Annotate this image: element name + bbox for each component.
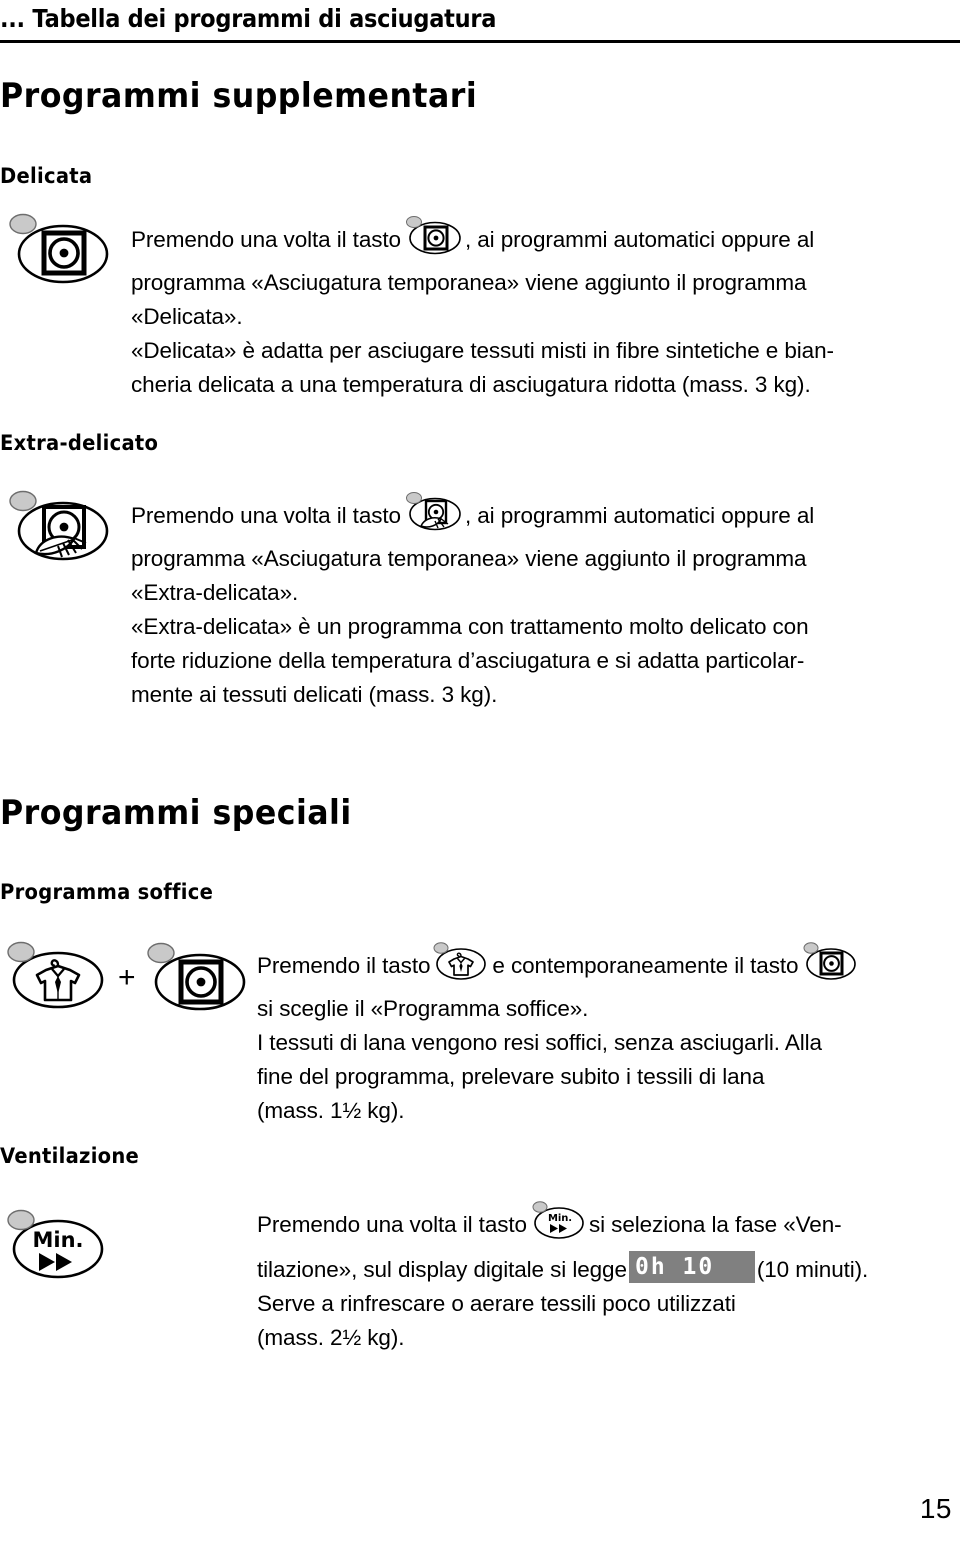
dryer-drum-button-icon-inline[interactable] <box>403 214 463 266</box>
subsection-heading-extra-delicato: Extra-delicato <box>0 431 159 455</box>
body-line: «Extra-delicata». <box>131 580 299 605</box>
body-line: mente ai tessuti delicati (mass. 3 kg). <box>131 682 498 707</box>
dryer-drum-button-icon-inline-2[interactable] <box>800 940 858 992</box>
body-line: «Delicata». <box>131 304 243 329</box>
body-line: cheria delicata a una temperatura di asc… <box>131 372 811 397</box>
svg-text:Min.: Min. <box>548 1213 572 1224</box>
body-line: programma «Asciugatura temporanea» viene… <box>131 546 807 571</box>
body-line: forte riduzione della temperatura d’asci… <box>131 648 805 673</box>
body-text-delicata: Premendo una volta il tasto, ai programm… <box>131 214 960 402</box>
subsection-heading-programma-soffice: Programma soffice <box>0 880 214 904</box>
body-line: Premendo il tasto e contemporaneamente il… <box>257 940 957 992</box>
plus-symbol: + <box>118 961 136 994</box>
body-line: Premendo una volta il tasto, ai programm… <box>131 490 960 542</box>
dryer-drum-button-icon-2[interactable] <box>145 940 249 1021</box>
body-line: programma «Asciugatura temporanea» viene… <box>131 270 807 295</box>
body-line: «Extra-delicata» è un programma con trat… <box>131 614 809 639</box>
body-line: (mass. 2½ kg). <box>257 1325 405 1350</box>
body-text-ventilazione: Premendo una volta il tasto Min. si selezi… <box>257 1199 957 1355</box>
section-heading-programmi-supplementari: Programmi supplementari <box>0 76 478 116</box>
body-line: Premendo una volta il tasto, ai programm… <box>131 214 960 266</box>
digital-display: 0h 10 <box>628 1251 755 1283</box>
header-title: ... Tabella dei programmi di asciugatura <box>0 4 497 33</box>
min-fastforward-button-icon[interactable]: Min. <box>6 1205 110 1290</box>
svg-text:0h 10: 0h 10 <box>635 1254 714 1280</box>
body-line: si sceglie il «Programma soffice». <box>257 996 589 1021</box>
body-text-extra-delicato: Premendo una volta il tasto, ai programm… <box>131 490 960 712</box>
shirt-hanger-button-icon[interactable] <box>6 938 110 1019</box>
body-line: Premendo una volta il tasto Min. si selezi… <box>257 1199 957 1251</box>
header-divider <box>0 40 960 43</box>
svg-text:Min.: Min. <box>32 1228 83 1252</box>
min-fastforward-button-icon-inline[interactable]: Min. <box>529 1199 587 1251</box>
body-line: fine del programma, prelevare subito i t… <box>257 1064 765 1089</box>
body-text-programma-soffice: Premendo il tasto e contemporaneamente il… <box>257 940 957 1128</box>
page-header: ... Tabella dei programmi di asciugatura <box>0 4 960 34</box>
body-line: Serve a rinfrescare o aerare tessili poc… <box>257 1291 736 1316</box>
body-line: (mass. 1½ kg). <box>257 1098 405 1123</box>
body-line: tilazione», sul display digitale si legg… <box>257 1251 957 1287</box>
page-number: 15 <box>919 1493 952 1524</box>
dryer-drum-feather-button-icon[interactable] <box>6 487 110 568</box>
body-line: «Delicata» è adatta per asciugare tessut… <box>131 338 834 363</box>
dryer-drum-feather-button-icon-inline[interactable] <box>403 490 463 542</box>
dryer-drum-button-icon[interactable] <box>6 210 110 291</box>
body-line: I tessuti di lana vengono resi soffici, … <box>257 1030 822 1055</box>
shirt-hanger-button-icon-inline[interactable] <box>432 940 490 992</box>
subsection-heading-delicata: Delicata <box>0 164 93 188</box>
section-heading-programmi-speciali: Programmi speciali <box>0 793 352 833</box>
subsection-heading-ventilazione: Ventilazione <box>0 1144 140 1168</box>
